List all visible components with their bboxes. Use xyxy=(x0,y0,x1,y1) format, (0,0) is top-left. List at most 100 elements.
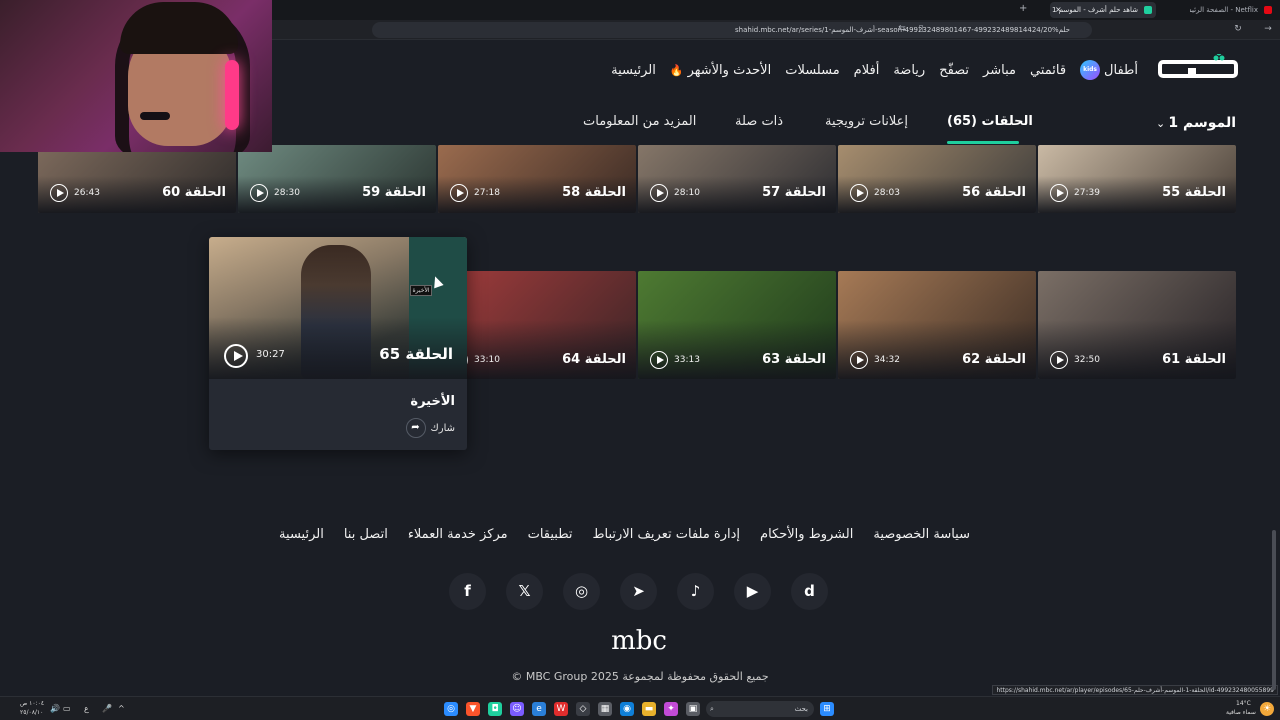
play-icon[interactable] xyxy=(1050,184,1068,202)
nav-live[interactable]: مباشر xyxy=(983,60,1016,80)
netflix-favicon-icon xyxy=(1264,6,1272,14)
nav-sports[interactable]: رياضة xyxy=(893,60,925,80)
play-icon[interactable] xyxy=(850,184,868,202)
episode-card[interactable]: الحلقة 64 33:10 xyxy=(438,271,636,379)
url-field[interactable]: shahid.mbc.net/ar/series/1-أشرف-الموسم-s… xyxy=(372,22,1092,38)
close-tab-icon[interactable]: × xyxy=(1055,2,1062,18)
telegram-icon[interactable]: ➤ xyxy=(620,573,657,610)
episode-duration: 28:03 xyxy=(874,188,900,198)
episode-card[interactable]: الحلقة 56 28:03 xyxy=(838,145,1036,213)
new-tab-button[interactable]: + xyxy=(1019,3,1027,14)
dailymotion-icon[interactable]: d xyxy=(791,573,828,610)
reload-icon[interactable]: ↻ xyxy=(1232,23,1244,35)
episode-title: الحلقة 64 xyxy=(562,352,626,367)
address-bar-row: ▲ ◆ ⇪ ▭ shahid.mbc.net/ar/series/1-أشرف-… xyxy=(272,20,1280,40)
weather-icon[interactable]: ☀ xyxy=(1260,702,1274,716)
browser-tab-shahid[interactable]: × شاهد حلم أشرف - الموسم 1 | net. xyxy=(1050,2,1156,18)
episode-card[interactable]: الحلقة 55 27:39 xyxy=(1038,145,1236,213)
network-icon[interactable]: ▭ xyxy=(63,704,71,713)
language-indicator[interactable]: ع xyxy=(84,704,89,713)
tab-promos[interactable]: إعلانات ترويجية xyxy=(825,114,908,129)
footer-link-support[interactable]: مركز خدمة العملاء xyxy=(408,527,508,542)
nav-my-list[interactable]: قائمتي xyxy=(1030,60,1066,80)
episode-card[interactable]: الحلقة 57 28:10 xyxy=(638,145,836,213)
play-icon[interactable] xyxy=(224,344,248,368)
active-tab-underline xyxy=(947,141,1019,144)
weather-temp[interactable]: 14°C xyxy=(1236,700,1251,707)
nav-series[interactable]: مسلسلات xyxy=(785,60,839,80)
store-icon[interactable]: ▦ xyxy=(598,702,612,716)
episode-title: الحلقة 63 xyxy=(762,352,826,367)
browser-tab-netflix[interactable]: Netflix - الصفحة الرئيسية xyxy=(1190,2,1276,18)
play-icon[interactable] xyxy=(250,184,268,202)
nav-browse[interactable]: تصفّح xyxy=(939,60,969,80)
windows-start-icon[interactable]: ⊞ xyxy=(820,702,834,716)
episode-title: الحلقة 56 xyxy=(962,185,1026,200)
episode-title: الحلقة 61 xyxy=(1162,352,1226,367)
browser-icon[interactable]: ◉ xyxy=(620,702,634,716)
share-button[interactable]: ➦ شارك xyxy=(405,418,456,438)
youtube-icon[interactable]: ▶ xyxy=(734,573,771,610)
play-icon[interactable] xyxy=(50,184,68,202)
terminal-icon[interactable]: ◇ xyxy=(576,702,590,716)
episode-card[interactable]: الحلقة 60 26:43 xyxy=(38,145,236,213)
share-label: شارك xyxy=(430,422,456,434)
nav-home[interactable]: الرئيسية xyxy=(611,60,656,80)
nav-kids[interactable]: أطفال kids xyxy=(1080,60,1138,80)
play-icon[interactable] xyxy=(450,184,468,202)
steam-icon[interactable]: ◎ xyxy=(444,702,458,716)
episode-card[interactable]: الحلقة 61 32:50 xyxy=(1038,271,1236,379)
footer-link-home[interactable]: الرئيسية xyxy=(279,527,324,542)
footer-link-apps[interactable]: تطبيقات xyxy=(528,527,573,542)
mic-icon[interactable]: 🎤 xyxy=(102,704,112,713)
page-scrollbar[interactable] xyxy=(1272,530,1276,690)
episode-duration: 33:13 xyxy=(674,355,700,365)
footer-link-privacy[interactable]: سياسة الخصوصية xyxy=(873,527,970,542)
taskbar-search[interactable]: بحث ⌕ xyxy=(706,701,814,717)
brave-icon[interactable]: ▼ xyxy=(466,702,480,716)
instagram-icon[interactable]: ◎ xyxy=(563,573,600,610)
task-view-icon[interactable]: ▣ xyxy=(686,702,700,716)
shahid-logo[interactable] xyxy=(1158,54,1238,84)
tiktok-icon[interactable]: ♪ xyxy=(677,573,714,610)
episode-card[interactable]: الحلقة 58 27:18 xyxy=(438,145,636,213)
copilot-icon[interactable]: ✦ xyxy=(664,702,678,716)
tab-more-info[interactable]: المزيد من المعلومات xyxy=(583,114,696,129)
episode-card[interactable]: الحلقة 59 28:30 xyxy=(238,145,436,213)
tooltip: الأخيرة xyxy=(410,285,432,296)
facebook-icon[interactable]: f xyxy=(449,573,486,610)
x-icon[interactable]: 𝕏 xyxy=(506,573,543,610)
tab-related[interactable]: ذات صلة xyxy=(735,114,783,129)
headset-light xyxy=(225,60,239,130)
bookmark-icon[interactable]: ▯ xyxy=(915,23,927,35)
play-icon[interactable] xyxy=(650,184,668,202)
featured-episode-card[interactable]: الحلقة 65 30:27 الأخيرة ➦ شارك xyxy=(209,237,467,450)
episode-card[interactable]: الحلقة 63 33:13 xyxy=(638,271,836,379)
play-icon[interactable] xyxy=(1050,351,1068,369)
translate-icon[interactable]: ⇆ xyxy=(896,23,908,35)
nav-latest[interactable]: الأحدث والأشهر 🔥 xyxy=(670,60,771,80)
footer-link-contact[interactable]: اتصل بنا xyxy=(344,527,388,542)
episode-title: الحلقة 59 xyxy=(362,185,426,200)
play-icon[interactable] xyxy=(850,351,868,369)
clock-time[interactable]: ١٠:٠٤ ص xyxy=(20,700,44,707)
season-selector[interactable]: الموسم 1 ⌄ xyxy=(1038,103,1236,145)
footer-link-terms[interactable]: الشروط والأحكام xyxy=(760,527,853,542)
shahid-favicon-icon xyxy=(1144,6,1152,14)
volume-icon[interactable]: 🔊 xyxy=(50,704,60,713)
play-icon[interactable] xyxy=(650,351,668,369)
episode-card[interactable]: الحلقة 62 34:32 xyxy=(838,271,1036,379)
mbc-logo[interactable]: mbc xyxy=(604,626,674,656)
clock-date[interactable]: ٢٥/٠٨/١٠ xyxy=(20,709,43,716)
tray-chevron-icon[interactable]: ^ xyxy=(118,704,125,713)
nav-movies[interactable]: أفلام xyxy=(854,60,880,80)
edge-icon[interactable]: e xyxy=(532,702,546,716)
app-icon[interactable]: ◘ xyxy=(488,702,502,716)
footer-link-cookies[interactable]: إدارة ملفات تعريف الارتباط xyxy=(593,527,741,542)
back-icon[interactable]: → xyxy=(1262,23,1274,35)
discord-icon[interactable]: ☺ xyxy=(510,702,524,716)
tab-label: Netflix - الصفحة الرئيسية xyxy=(1190,6,1258,14)
office-icon[interactable]: W xyxy=(554,702,568,716)
tab-episodes[interactable]: الحلقات (65) xyxy=(947,114,1033,129)
file-explorer-icon[interactable]: ▬ xyxy=(642,702,656,716)
